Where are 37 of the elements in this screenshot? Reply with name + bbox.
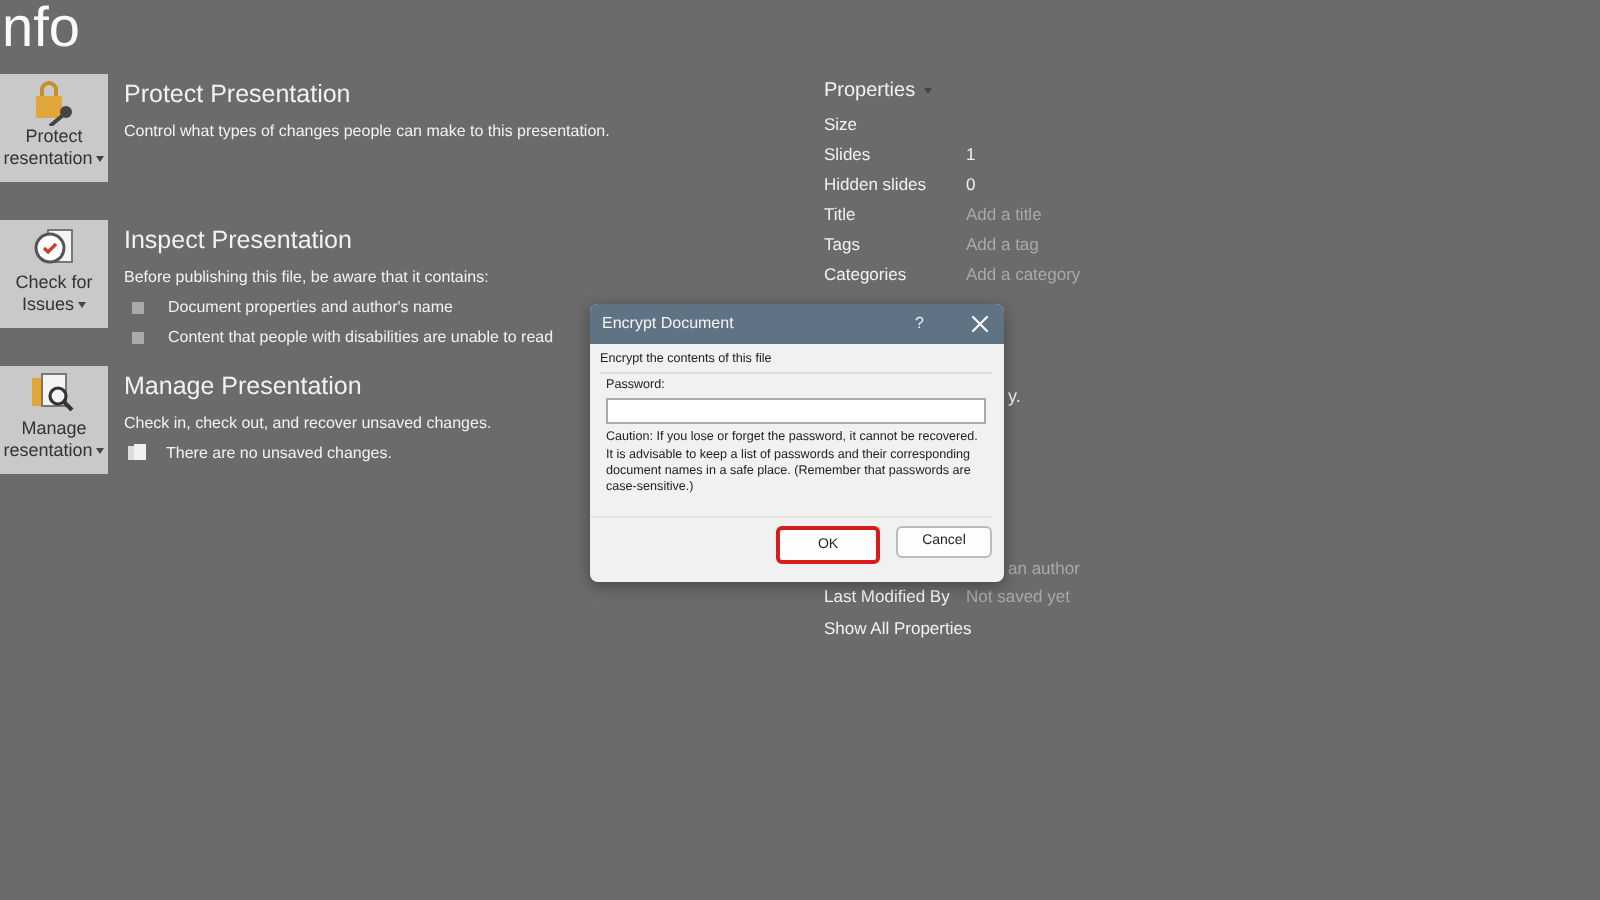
section-description: Control what types of changes people can make to this presentation. xyxy=(124,119,610,144)
close-icon[interactable] xyxy=(972,316,988,332)
caret-icon xyxy=(96,447,105,454)
password-field[interactable] xyxy=(606,398,986,425)
bullet-text: Document properties and author's name xyxy=(168,295,453,320)
property-label: Title xyxy=(824,202,858,228)
caret-icon xyxy=(96,155,105,162)
bullet-text: Content that people with disabilities are unable to read xyxy=(168,325,554,350)
dialog-title: Encrypt Document xyxy=(602,313,736,335)
property-label: Categories xyxy=(824,262,909,288)
bullet-icon xyxy=(132,301,144,314)
partial-text: an author xyxy=(1008,556,1082,580)
section-heading: Manage Presentation xyxy=(124,370,364,404)
inspect-button[interactable]: Check for Issues xyxy=(0,220,108,328)
protect-button[interactable]: Protect resentation xyxy=(0,74,108,182)
property-label: Tags xyxy=(824,232,862,258)
caret-icon xyxy=(78,301,86,308)
property-label: Size xyxy=(824,112,860,138)
properties-heading[interactable]: Properties xyxy=(824,75,916,105)
property-value: 0 xyxy=(966,172,976,198)
show-all-properties-link[interactable]: Show All Properties xyxy=(824,616,1108,642)
document-icon xyxy=(128,444,146,463)
status-text: There are no unsaved changes. xyxy=(166,441,392,466)
help-button[interactable]: ? xyxy=(915,313,924,335)
section-heading: Inspect Presentation xyxy=(124,224,354,258)
property-value: 1 xyxy=(966,142,976,168)
bullet-icon xyxy=(132,331,144,344)
page-title: nfo xyxy=(2,0,82,60)
section-heading: Protect Presentation xyxy=(124,78,353,112)
property-label: Hidden slides xyxy=(824,172,929,198)
partial-text: y. xyxy=(1008,384,1023,408)
caret-icon xyxy=(923,87,932,93)
section-description: Check in, check out, and recover unsaved changes. xyxy=(124,411,492,436)
section-description: Before publishing this file, be aware that it contains: xyxy=(124,265,491,290)
property-label: Slides xyxy=(824,142,873,168)
property-label: Last Modified By xyxy=(824,584,952,610)
manage-button[interactable]: Manage resentation xyxy=(0,366,108,474)
